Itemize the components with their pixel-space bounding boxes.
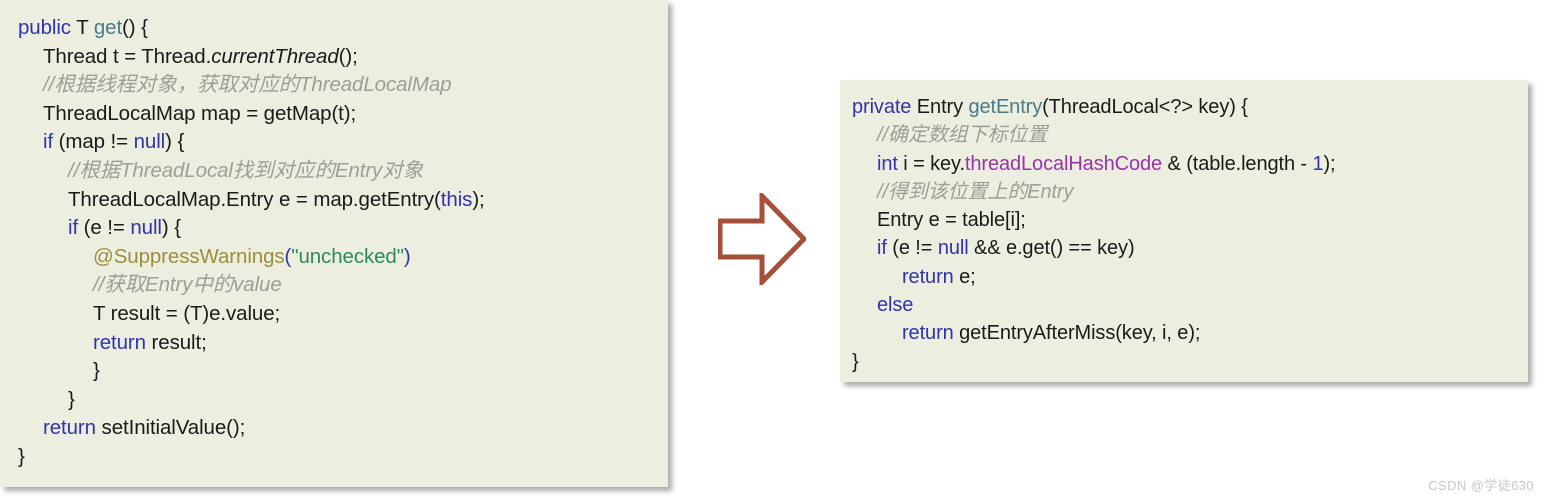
code-token: getEntry bbox=[968, 96, 1043, 118]
code-panel-threadlocalmap-getentry: private Entry getEntry(ThreadLocal<?> ke… bbox=[840, 80, 1528, 382]
code-token: getEntryAfterMiss(key, i, e); bbox=[953, 322, 1201, 345]
code-token: (ThreadLocal<?> key) { bbox=[1042, 96, 1248, 118]
code-token: (e != bbox=[78, 216, 131, 240]
code-token: threadLocalHashCode bbox=[964, 152, 1163, 175]
code-token: "unchecked" bbox=[291, 244, 404, 268]
code-token: ) { bbox=[161, 216, 181, 240]
flow-arrow-right bbox=[717, 189, 808, 289]
code-token: ThreadLocalMap.Entry e = map.getEntry( bbox=[68, 187, 441, 211]
code-token: ) { bbox=[165, 130, 185, 154]
code-line: ThreadLocalMap map = getMap(t); bbox=[18, 100, 658, 129]
watermark-text: CSDN @学徒630 bbox=[1428, 478, 1534, 493]
code-line: Thread t = Thread.currentThread(); bbox=[18, 43, 658, 72]
code-token: Thread t = Thread. bbox=[43, 44, 212, 68]
code-line: T result = (T)e.value; bbox=[18, 300, 658, 329]
code-line: @SuppressWarnings("unchecked") bbox=[18, 243, 658, 272]
code-token: (); bbox=[338, 44, 358, 68]
code-token: //根据线程对象，获取对应的ThreadLocalMap bbox=[43, 73, 452, 97]
code-token: T result = (T)e.value; bbox=[93, 301, 281, 325]
code-token: this bbox=[440, 187, 473, 211]
code-token: //确定数组下标位置 bbox=[877, 124, 1048, 147]
code-line: //根据线程对象，获取对应的ThreadLocalMap bbox=[18, 71, 658, 100]
code-line: if (map != null) { bbox=[18, 128, 658, 157]
code-line: } bbox=[18, 386, 658, 415]
code-token: if bbox=[68, 216, 79, 240]
code-token: return bbox=[902, 322, 954, 345]
code-line: //确定数组下标位置 bbox=[852, 121, 1518, 149]
code-token: e; bbox=[953, 265, 976, 288]
code-line: Entry e = table[i]; bbox=[852, 206, 1518, 234]
code-token: int bbox=[877, 152, 898, 175]
code-token: null bbox=[133, 130, 166, 154]
code-token: 1 bbox=[1312, 152, 1324, 175]
code-line: else bbox=[852, 291, 1518, 319]
code-token: } bbox=[68, 387, 75, 411]
code-token: & (table.length - bbox=[1162, 152, 1313, 175]
code-token: get bbox=[93, 16, 123, 39]
code-line: } bbox=[852, 348, 1518, 376]
code-token: ); bbox=[472, 187, 485, 211]
arrow-right-icon bbox=[717, 189, 808, 289]
code-line: if (e != null) { bbox=[18, 214, 658, 243]
code-line: //获取Entry中的value bbox=[18, 271, 658, 300]
code-panel-threadlocal-get: public T get() {Thread t = Thread.curren… bbox=[0, 0, 668, 487]
code-token: else bbox=[877, 294, 914, 317]
code-token: ThreadLocalMap map = getMap(t); bbox=[43, 101, 357, 125]
code-token: (e != bbox=[886, 237, 938, 260]
code-token: //得到该位置上的Entry bbox=[877, 180, 1074, 203]
code-token: public bbox=[18, 16, 71, 39]
code-token: Entry e = table[i]; bbox=[877, 209, 1026, 232]
code-token: (map != bbox=[53, 130, 134, 154]
code-token: //根据ThreadLocal找到对应的Entry对象 bbox=[68, 158, 423, 182]
code-token: Entry bbox=[911, 96, 969, 118]
code-token: i = key. bbox=[897, 152, 965, 175]
code-line: //得到该位置上的Entry bbox=[852, 178, 1518, 206]
code-token: () { bbox=[122, 16, 148, 39]
code-token: null bbox=[937, 237, 969, 260]
code-token: } bbox=[18, 444, 25, 468]
code-line: //根据ThreadLocal找到对应的Entry对象 bbox=[18, 157, 658, 186]
code-token: && e.get() == key) bbox=[968, 237, 1135, 260]
code-token: } bbox=[852, 350, 859, 373]
code-token: //获取Entry中的value bbox=[93, 273, 282, 297]
code-line: return getEntryAfterMiss(key, i, e); bbox=[852, 319, 1518, 347]
code-line: int i = key.threadLocalHashCode & (table… bbox=[852, 150, 1518, 178]
code-line: private Entry getEntry(ThreadLocal<?> ke… bbox=[852, 93, 1518, 121]
code-token: @SuppressWarnings bbox=[93, 244, 285, 268]
code-line: } bbox=[18, 357, 658, 386]
code-token: setInitialValue(); bbox=[95, 416, 246, 440]
slide-canvas: public T get() {Thread t = Thread.curren… bbox=[0, 0, 1548, 500]
code-line: ThreadLocalMap.Entry e = map.getEntry(th… bbox=[18, 186, 658, 215]
code-line: if (e != null && e.get() == key) bbox=[852, 234, 1518, 262]
code-token: return bbox=[93, 330, 146, 354]
code-line: return setInitialValue(); bbox=[18, 414, 658, 443]
arrow-shape bbox=[717, 189, 808, 289]
code-line: return e; bbox=[852, 263, 1518, 291]
code-token: return bbox=[43, 416, 96, 440]
code-line: return result; bbox=[18, 329, 658, 358]
code-token: T bbox=[70, 16, 94, 39]
code-token: ); bbox=[1323, 152, 1336, 175]
code-token: if bbox=[43, 130, 54, 154]
code-token: currentThread bbox=[211, 44, 339, 68]
code-token: return bbox=[902, 265, 954, 288]
code-token: null bbox=[130, 216, 162, 240]
code-token: } bbox=[93, 359, 100, 383]
code-line: } bbox=[18, 443, 658, 472]
code-token: ) bbox=[403, 244, 411, 268]
code-line: public T get() { bbox=[18, 14, 658, 43]
code-token: result; bbox=[145, 330, 207, 354]
code-token: private bbox=[852, 96, 912, 118]
code-token: if bbox=[877, 237, 887, 260]
